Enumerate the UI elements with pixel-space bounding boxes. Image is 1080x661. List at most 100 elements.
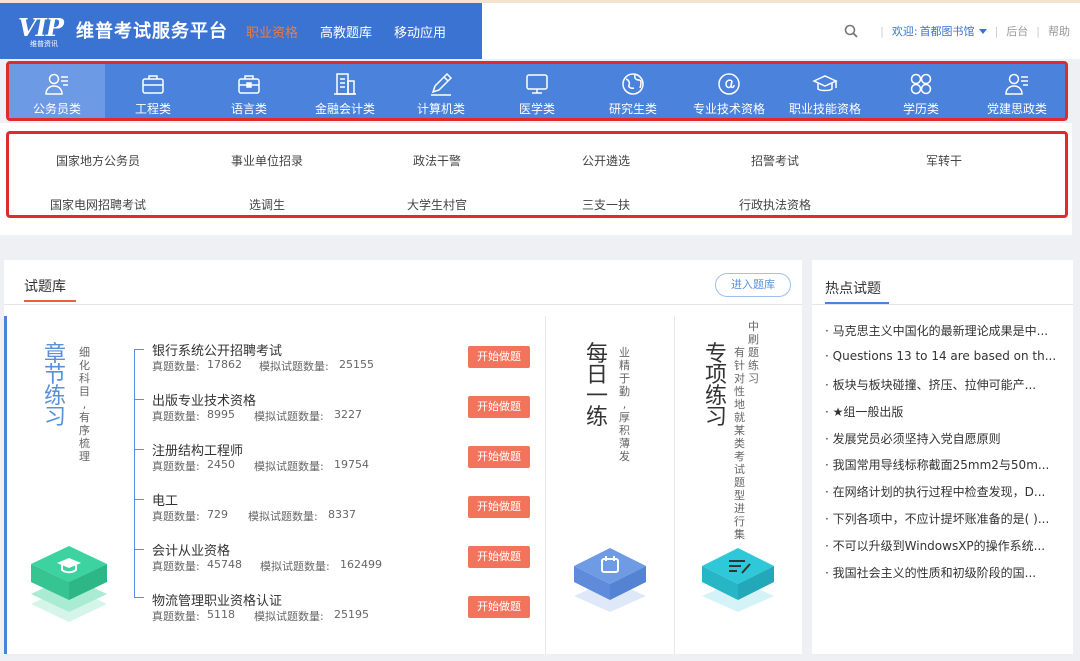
category-academic[interactable]: 学历类 <box>873 64 969 118</box>
title-underline <box>24 300 76 302</box>
subcategory-item[interactable]: 军转干 <box>926 152 962 169</box>
subtitle-char: 细 <box>79 346 90 359</box>
hot-question-item[interactable]: · ★组一般出版 <box>825 403 1071 430</box>
exam-name[interactable]: 银行系统公开招聘考试 <box>152 340 282 359</box>
category-language[interactable]: 语言类 <box>201 64 297 118</box>
vip-logo[interactable]: VIP 维普资讯 <box>18 13 74 49</box>
nav-mobile-app[interactable]: 移动应用 <box>394 22 446 41</box>
hot-question-text: 马克思主义中国化的最新理论成果是中... <box>832 324 1049 338</box>
subtitle-char: 地 <box>734 398 745 411</box>
start-practice-button[interactable]: 开始做题 <box>468 546 530 568</box>
enter-bank-button[interactable]: 进入题库 <box>715 273 791 297</box>
header-right: | 欢迎: 首都图书馆 | 后台 | 帮助 <box>844 23 1070 39</box>
subtitle-char: 考 <box>734 450 745 463</box>
category-professional-tech[interactable]: 专业技术资格 <box>681 64 777 118</box>
chevron-down-icon[interactable] <box>978 28 987 34</box>
exam-name[interactable]: 电工 <box>152 490 178 509</box>
hot-question-item[interactable]: · 马克思主义中国化的最新理论成果是中... <box>825 322 1071 349</box>
chapter-practice-section: 章 节 练 习 细 化 科 目 , 有 序 梳 理 银行系统公开招聘考试 真题数… <box>4 316 545 654</box>
subtitle-char: 中 <box>748 320 759 333</box>
category-finance-accounting[interactable]: 金融会计类 <box>297 64 393 118</box>
subcategory-item[interactable]: 事业单位招录 <box>231 152 303 169</box>
category-computer[interactable]: 计算机类 <box>393 64 489 118</box>
title-char: 每 <box>585 342 608 367</box>
subcategory-item[interactable]: 选调生 <box>249 196 285 213</box>
mock-count: 162499 <box>340 558 382 571</box>
subtitle-char: 针 <box>734 359 745 372</box>
start-practice-button[interactable]: 开始做题 <box>468 346 530 368</box>
start-practice-button[interactable]: 开始做题 <box>468 396 530 418</box>
title-char: 习 <box>704 405 727 430</box>
category-engineering[interactable]: 工程类 <box>105 64 201 118</box>
real-count-label: 真题数量: <box>152 560 200 573</box>
category-label: 学历类 <box>902 102 939 116</box>
backend-link[interactable]: 后台 <box>1006 23 1028 39</box>
hot-question-item[interactable]: · 不可以升级到WindowsXP的操作系统... <box>825 537 1071 564</box>
hot-question-text: Questions 13 to 14 are based on th... <box>832 348 1057 363</box>
globe-icon <box>622 73 644 95</box>
daily-practice-title: 每 日 一 练 <box>585 342 609 430</box>
subtitle-char: 有 <box>734 346 745 359</box>
exam-name[interactable]: 注册结构工程师 <box>152 440 243 459</box>
building-icon <box>334 73 356 95</box>
subcategory-item[interactable]: 大学生村官 <box>407 196 467 213</box>
panel-title: 热点试题 <box>825 281 881 297</box>
nav-higher-ed-bank[interactable]: 高教题库 <box>320 22 372 41</box>
tree-tick <box>134 349 144 350</box>
grid-icon <box>910 73 932 95</box>
category-civil-servant[interactable]: 公务员类 <box>9 64 105 118</box>
hot-question-item[interactable]: · 板块与板块碰撞、挤压、拉伸可能产... <box>825 376 1071 403</box>
hot-question-item[interactable]: · 我国社会主义的性质和初级阶段的国... <box>825 564 1071 591</box>
divider: | <box>880 24 884 38</box>
subcategory-item[interactable]: 行政执法资格 <box>739 196 811 213</box>
graduation-cap-icon <box>31 546 107 622</box>
start-practice-button[interactable]: 开始做题 <box>468 596 530 618</box>
subcategory-item[interactable]: 公开遴选 <box>582 152 630 169</box>
monitor-icon <box>526 74 548 94</box>
subtitle-char: 发 <box>619 450 630 463</box>
tree-tick <box>134 549 144 550</box>
exam-name[interactable]: 会计从业资格 <box>152 540 230 559</box>
hot-question-item[interactable]: · 下列各项中，不应计提坏账准备的是( )... <box>825 510 1071 537</box>
subcategory-item[interactable]: 三支一扶 <box>582 196 630 213</box>
search-icon[interactable] <box>844 24 858 38</box>
hot-question-item[interactable]: · 发展党员必须坚持入党自愿原则 <box>825 430 1071 457</box>
mock-count: 25195 <box>334 608 369 621</box>
subtitle-char: 练 <box>748 359 759 372</box>
hot-question-item[interactable]: · Questions 13 to 14 are based on th... <box>825 349 1071 376</box>
subcategory-item[interactable]: 国家地方公务员 <box>56 152 140 169</box>
hot-question-item[interactable]: · 我国常用导线标称截面25mm2与50m... <box>825 456 1071 483</box>
real-count: 5118 <box>207 608 235 621</box>
real-count-label: 真题数量: <box>152 610 200 623</box>
real-count-label: 真题数量: <box>152 460 200 473</box>
subcategory-item[interactable]: 国家电网招聘考试 <box>50 196 146 213</box>
title-char: 日 <box>585 363 608 388</box>
category-label: 医学类 <box>518 102 555 116</box>
title-char: 项 <box>704 363 727 388</box>
real-count: 8995 <box>207 408 235 421</box>
logo-mark: VIP <box>18 13 64 42</box>
subcategory-item[interactable]: 招警考试 <box>751 152 799 169</box>
exam-name[interactable]: 出版专业技术资格 <box>152 390 256 409</box>
hot-question-item[interactable]: · 在网络计划的执行过程中检查发现，D... <box>825 483 1071 510</box>
title-char: 练 <box>585 405 608 430</box>
start-practice-button[interactable]: 开始做题 <box>468 496 530 518</box>
help-link[interactable]: 帮助 <box>1048 23 1070 39</box>
exam-name[interactable]: 物流管理职业资格认证 <box>152 590 282 609</box>
title-char: 节 <box>43 363 66 388</box>
library-dropdown[interactable]: 首都图书馆 <box>920 23 975 39</box>
category-graduate[interactable]: 研究生类 <box>585 64 681 118</box>
category-label: 专业技术资格 <box>692 102 765 116</box>
subcategory-item[interactable]: 政法干警 <box>413 152 461 169</box>
mock-count-label: 模拟试题数量: <box>254 610 324 623</box>
category-party-politics[interactable]: 党建思政类 <box>969 64 1065 118</box>
real-count-label: 真题数量: <box>152 410 200 423</box>
category-medical[interactable]: 医学类 <box>489 64 585 118</box>
start-practice-button[interactable]: 开始做题 <box>468 446 530 468</box>
nav-professional-qualification[interactable]: 职业资格 <box>246 22 298 41</box>
subcategory-wrapper: 国家地方公务员 事业单位招录 政法干警 公开遴选 招警考试 军转干 国家电网招聘… <box>0 123 1072 235</box>
subtitle-char: , <box>622 398 627 411</box>
subtitle-char: 习 <box>748 372 759 385</box>
category-label: 公务员类 <box>32 102 81 116</box>
category-vocational-skill[interactable]: 职业技能资格 <box>777 64 873 118</box>
